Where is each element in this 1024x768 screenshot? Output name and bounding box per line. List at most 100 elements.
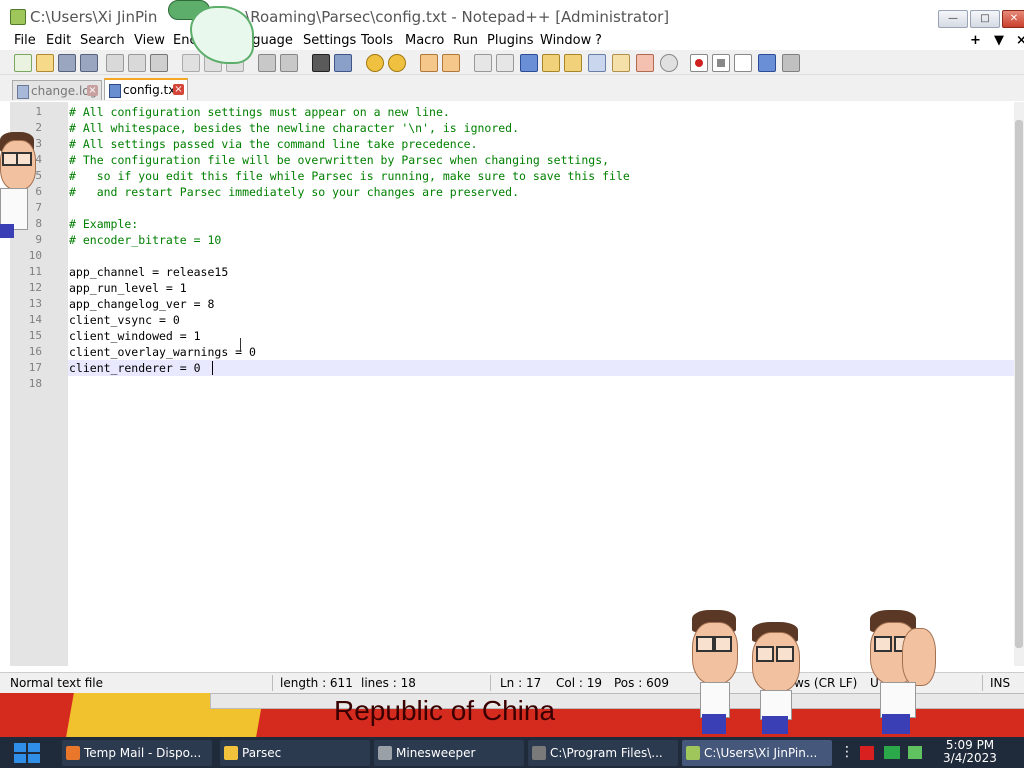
close-doc-icon[interactable]: × <box>1016 32 1024 49</box>
tab-close-icon[interactable]: × <box>87 85 98 96</box>
play-macro-icon[interactable] <box>734 54 752 72</box>
new-tab-plus-icon[interactable]: + <box>970 32 981 49</box>
save-icon[interactable] <box>58 54 76 72</box>
function-list-icon[interactable] <box>588 54 606 72</box>
start-button[interactable] <box>10 740 44 766</box>
code-line[interactable]: # All configuration settings must appear… <box>69 104 450 120</box>
tab-change-log[interactable]: change.log × <box>12 80 102 100</box>
menu-help[interactable]: ? <box>595 32 602 49</box>
doc-map-icon[interactable] <box>564 54 582 72</box>
status-eol: ws (CR LF) <box>794 676 858 690</box>
vertical-scrollbar[interactable] <box>1014 102 1024 666</box>
menu-settings[interactable]: Settings <box>303 32 356 49</box>
tab-config-txt[interactable]: config.txt × <box>104 78 188 100</box>
code-line[interactable]: app_channel = release15 <box>69 264 228 280</box>
status-separator <box>490 675 491 691</box>
network-icon[interactable] <box>884 746 900 759</box>
flag-icon[interactable] <box>860 746 874 760</box>
code-line[interactable]: # and restart Parsec immediately so your… <box>69 184 519 200</box>
zoom-in-icon[interactable] <box>366 54 384 72</box>
windows-logo-pane <box>28 754 40 763</box>
undo-icon[interactable] <box>258 54 276 72</box>
menu-plugins[interactable]: Plugins <box>487 32 534 49</box>
sync-vertical-icon[interactable] <box>420 54 438 72</box>
mascot-shirt <box>700 682 730 718</box>
line-number: 16 <box>28 345 42 358</box>
code-line[interactable]: # so if you edit this file while Parsec … <box>69 168 630 184</box>
code-line[interactable]: # All whitespace, besides the newline ch… <box>69 120 519 136</box>
clock-date: 3/4/2023 <box>943 751 997 765</box>
word-wrap-icon[interactable] <box>474 54 492 72</box>
menu-run[interactable]: Run <box>453 32 478 49</box>
taskbar-item[interactable]: Temp Mail - Dispo... <box>62 740 212 766</box>
close-file-icon[interactable] <box>106 54 124 72</box>
taskbar-item[interactable]: C:\Program Files\... <box>528 740 678 766</box>
mascot-figure[interactable] <box>868 610 936 736</box>
line-number: 10 <box>28 249 42 262</box>
code-line[interactable]: # encoder_bitrate = 10 <box>69 232 221 248</box>
save-all-icon[interactable] <box>80 54 98 72</box>
show-all-chars-icon[interactable] <box>496 54 514 72</box>
record-macro-icon[interactable] <box>690 54 708 72</box>
text-editor[interactable]: # All configuration settings must appear… <box>68 102 1014 666</box>
system-clock[interactable]: 5:09 PM 3/4/2023 <box>936 739 1004 765</box>
notepadpp-app-icon[interactable] <box>10 9 26 25</box>
eye-icon[interactable] <box>660 54 678 72</box>
close-all-icon[interactable] <box>128 54 146 72</box>
lang-udl-icon[interactable] <box>542 54 560 72</box>
mascot-figure[interactable] <box>748 622 802 736</box>
code-line[interactable]: client_renderer = 0 <box>69 360 201 376</box>
monitoring-icon[interactable] <box>636 54 654 72</box>
menu-macro[interactable]: Macro <box>405 32 444 49</box>
close-button[interactable]: ✕ <box>1002 10 1024 28</box>
mascot-head-back <box>902 628 936 686</box>
mascot-pants <box>762 716 788 734</box>
taskbar-item-label: Temp Mail - Dispo... <box>84 746 202 760</box>
window-title-part-2: a\Roaming\Parsec\config.txt - Notepad++ … <box>236 8 670 26</box>
open-file-icon[interactable] <box>36 54 54 72</box>
menu-tools[interactable]: Tools <box>361 32 393 49</box>
code-line[interactable]: client_windowed = 1 <box>69 328 201 344</box>
tab-label: config.txt <box>123 83 181 97</box>
taskbar-item[interactable]: C:\Users\Xi JinPin... <box>682 740 832 766</box>
status-separator <box>982 675 983 691</box>
code-line[interactable]: # All settings passed via the command li… <box>69 136 478 152</box>
code-line[interactable]: # Example: <box>69 216 138 232</box>
tab-list-down-icon[interactable]: ▼ <box>994 32 1004 49</box>
mascot-figure[interactable] <box>688 610 740 736</box>
run-macro-multiple-icon[interactable] <box>758 54 776 72</box>
menu-edit[interactable]: Edit <box>46 32 71 49</box>
find-icon[interactable] <box>312 54 330 72</box>
save-macro-icon[interactable] <box>782 54 800 72</box>
code-line[interactable]: client_vsync = 0 <box>69 312 180 328</box>
menu-window[interactable]: Window <box>540 32 591 49</box>
line-number: 12 <box>28 281 42 294</box>
code-line[interactable]: # The configuration file will be overwri… <box>69 152 609 168</box>
replace-icon[interactable] <box>334 54 352 72</box>
overflow-dots-icon[interactable]: ⋮ <box>840 745 854 759</box>
folder-workspace-icon[interactable] <box>612 54 630 72</box>
title-bar[interactable]: C:\Users\Xi JinPin a\Roaming\Parsec\conf… <box>0 0 1024 32</box>
minimize-button[interactable]: — <box>938 10 968 28</box>
code-line[interactable]: app_run_level = 1 <box>69 280 187 296</box>
zoom-out-icon[interactable] <box>388 54 406 72</box>
volume-icon[interactable] <box>908 746 922 759</box>
redo-icon[interactable] <box>280 54 298 72</box>
code-line[interactable]: app_changelog_ver = 8 <box>69 296 214 312</box>
green-ghost-figure[interactable] <box>160 0 254 64</box>
code-line[interactable]: client_overlay_warnings = 0 <box>69 344 256 360</box>
stop-macro-icon[interactable] <box>712 54 730 72</box>
maximize-button[interactable]: □ <box>970 10 1000 28</box>
mascot-pants <box>0 224 14 238</box>
taskbar-item[interactable]: Minesweeper <box>374 740 524 766</box>
tab-close-icon[interactable]: × <box>173 84 184 95</box>
indent-guide-icon[interactable] <box>520 54 538 72</box>
new-file-icon[interactable] <box>14 54 32 72</box>
mouse-ibeam-cursor <box>240 338 241 352</box>
menu-file[interactable]: File <box>14 32 36 49</box>
taskbar-item[interactable]: Parsec <box>220 740 370 766</box>
menu-search[interactable]: Search <box>80 32 125 49</box>
mascot-figure[interactable] <box>0 132 38 242</box>
sync-horizontal-icon[interactable] <box>442 54 460 72</box>
scrollbar-thumb[interactable] <box>1015 120 1023 648</box>
